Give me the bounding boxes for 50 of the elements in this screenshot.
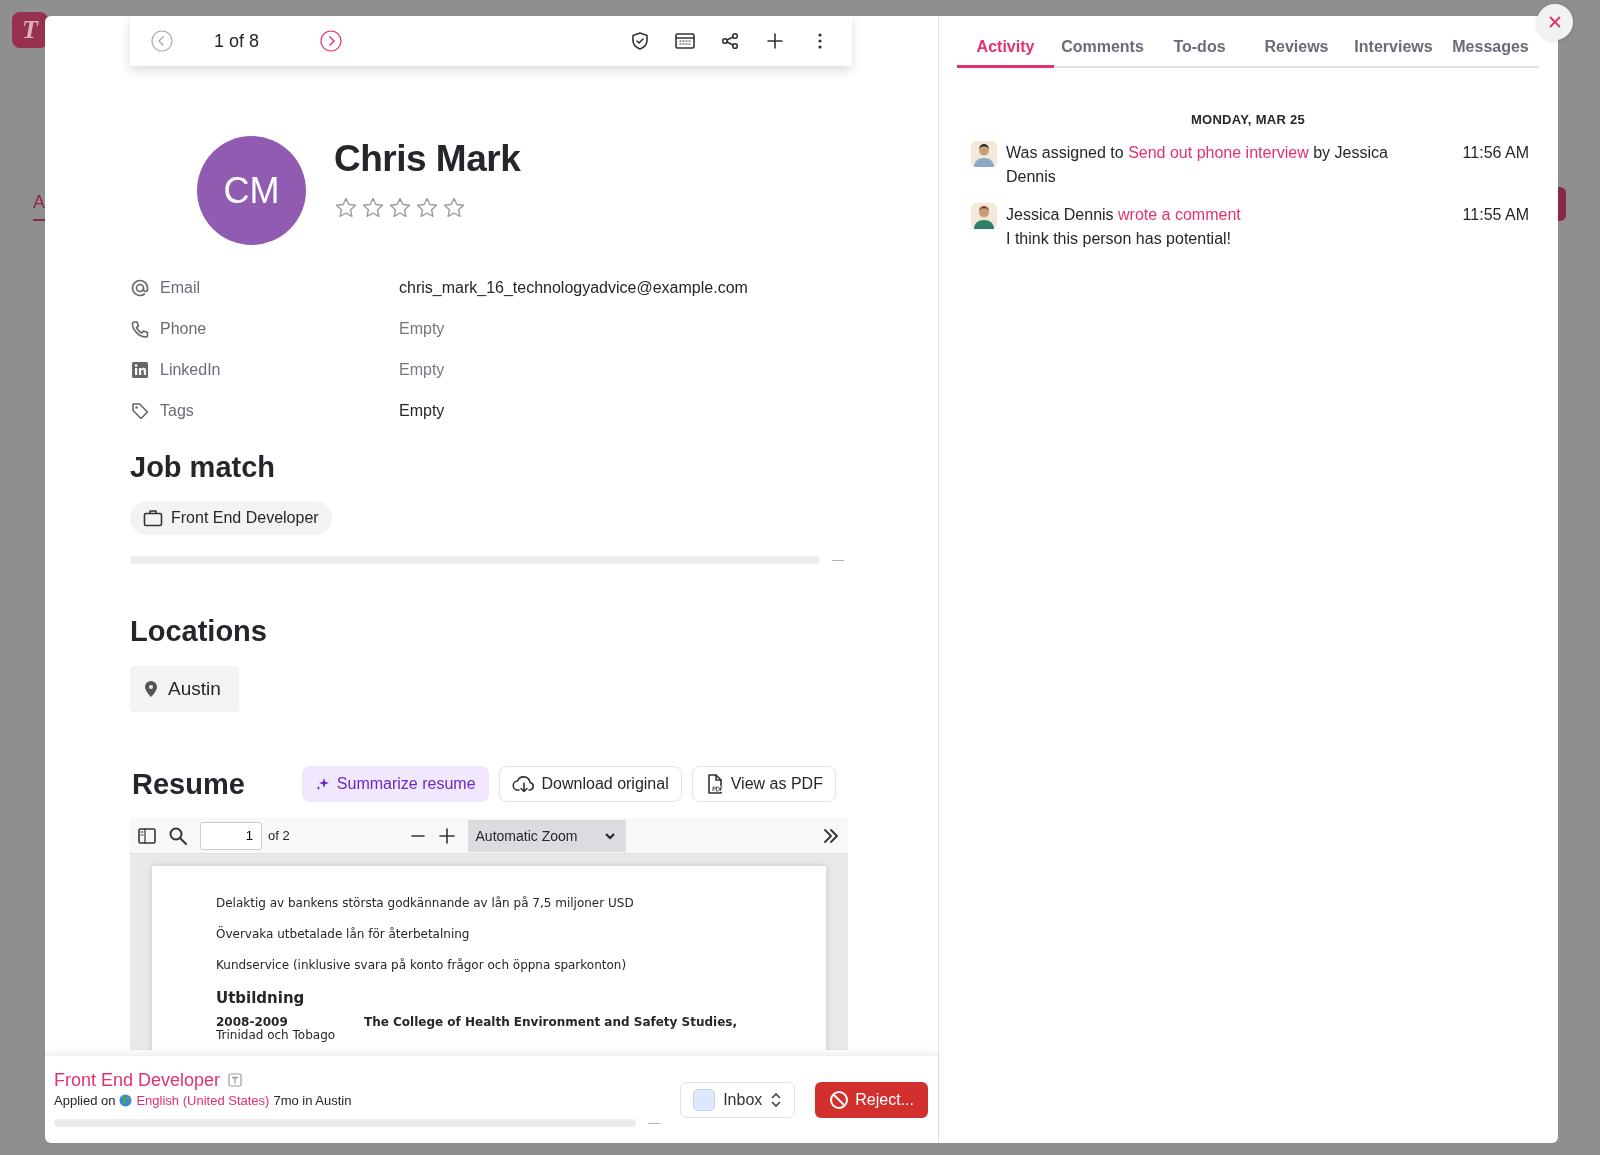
field-label: Email bbox=[160, 278, 200, 297]
pdf-button[interactable]: View as PDF bbox=[691, 766, 836, 802]
resume-school: The College of Health Environment and Safety Studies, bbox=[364, 1015, 739, 1029]
summarize-button[interactable]: Summarize resume bbox=[301, 766, 489, 802]
tab[interactable]: Reviews bbox=[1248, 28, 1345, 68]
date-heading: MONDAY, MAR 25 bbox=[1189, 112, 1307, 127]
match-score: — bbox=[832, 553, 844, 567]
activity-text: Jessica Dennis wrote a comment bbox=[1006, 205, 1242, 225]
resume-place: Trinidad och Tobago bbox=[216, 1029, 337, 1042]
location-chip[interactable]: Austin bbox=[130, 666, 239, 712]
tab[interactable]: Messages bbox=[1442, 28, 1539, 68]
field-value[interactable]: Empty bbox=[399, 402, 445, 419]
tab[interactable]: Comments bbox=[1054, 28, 1151, 68]
comment-text: I think this person has potential! bbox=[1006, 229, 1233, 249]
language-link[interactable]: English (United States) bbox=[136, 1092, 270, 1108]
candidate-name: Chris Mark bbox=[334, 138, 521, 180]
section-heading: Resume bbox=[132, 767, 245, 801]
resume-date: 2008-2009 bbox=[216, 1015, 289, 1029]
activity-link[interactable]: wrote a comment bbox=[1118, 206, 1241, 223]
activity-link[interactable]: Send out phone interview bbox=[1128, 144, 1309, 161]
resume-line: Övervaka utbetalade lån för återbetalning bbox=[216, 927, 471, 941]
job-chip[interactable]: Front End Developer bbox=[130, 501, 332, 535]
download-button[interactable]: Download original bbox=[498, 766, 682, 802]
field-value[interactable]: chris_mark_16_technologyadvice@example.com bbox=[399, 279, 748, 296]
resume-line: Kundservice (inklusive svara på konto frågor och öppna sparkonton) bbox=[216, 958, 628, 972]
section-heading: Locations bbox=[130, 615, 268, 648]
field-label: Phone bbox=[160, 319, 207, 338]
record-counter: 1 of 8 bbox=[214, 30, 260, 52]
job-link[interactable]: Front End Developer bbox=[54, 1069, 221, 1091]
progress-score: — bbox=[648, 1115, 660, 1130]
resume-line: Delaktig av bankens största godkännande av lån på 7,5 miljoner USD bbox=[216, 896, 635, 910]
tab[interactable]: Activity bbox=[957, 28, 1054, 68]
applied-label: Applied on bbox=[54, 1092, 116, 1108]
activity-text: Was assigned to Send out phone interview by Jessica Dennis bbox=[1006, 143, 1389, 187]
field-label: Tags bbox=[160, 401, 194, 420]
activity-time: 11:55 AM bbox=[1461, 205, 1529, 225]
page-count: of 2 bbox=[268, 828, 290, 843]
zoom-select[interactable]: Automatic Zoom bbox=[467, 819, 626, 852]
reject-button[interactable]: Reject... bbox=[815, 1081, 928, 1118]
tab[interactable]: Interviews bbox=[1345, 28, 1442, 68]
stage-select[interactable]: Inbox bbox=[680, 1081, 796, 1118]
resume-heading: Utbildning bbox=[216, 989, 306, 1007]
page-number-field[interactable]: 1 bbox=[200, 821, 262, 850]
tab[interactable]: To-dos bbox=[1151, 28, 1248, 68]
activity-time: 11:56 AM bbox=[1461, 143, 1529, 163]
applied-detail: 7mo in Austin bbox=[273, 1092, 352, 1108]
candidate-avatar: CM bbox=[197, 136, 306, 245]
app-logo[interactable]: T bbox=[12, 12, 48, 48]
section-heading: Job match bbox=[130, 451, 277, 484]
field-label: LinkedIn bbox=[160, 360, 221, 379]
